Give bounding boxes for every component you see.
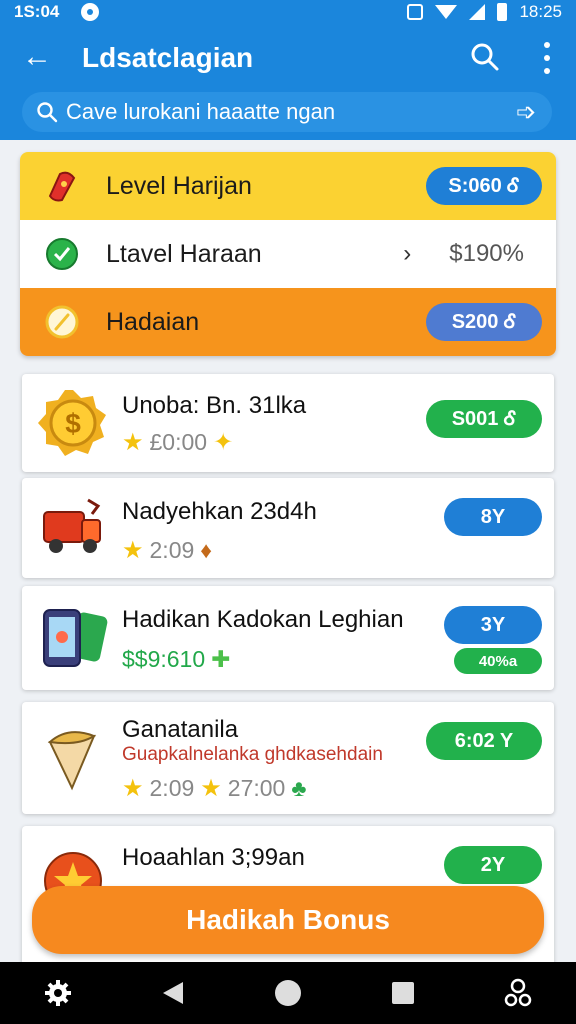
search-input[interactable]: [66, 99, 514, 125]
status-bar: 1S:04 18:25: [0, 0, 576, 24]
task-card[interactable]: Hadikan Kadokan Leghian $$9:610 ✚ 3Y 40%…: [22, 586, 554, 690]
back-nav-button[interactable]: [153, 973, 193, 1013]
chevron-right-icon: ›: [403, 240, 412, 267]
level-panel: Level Harijan S:060 Ꮄ Ltavel Haraan › $1…: [20, 152, 556, 356]
task-meta-value: $$9:610: [122, 646, 206, 672]
level-value-text: $190%: [449, 240, 524, 267]
plus-icon: ✚: [211, 646, 231, 672]
battery-icon: [497, 3, 508, 21]
svg-text:$: $: [65, 408, 81, 439]
star-icon: ★: [122, 537, 144, 564]
back-button[interactable]: ←: [20, 40, 54, 74]
status-icons: 18:25: [407, 2, 562, 22]
task-reward-badge[interactable]: 3Y: [444, 606, 542, 644]
task-card[interactable]: Nadyehkan 23d4h ★ 2:09 ♦ 8Y: [22, 478, 554, 578]
back-arrow-icon: ←: [22, 40, 52, 73]
search-bar: ➩: [22, 92, 552, 132]
pencil-coin-icon: [42, 302, 82, 342]
star-icon: ★: [122, 429, 144, 456]
task-reward-badge[interactable]: 8Y: [444, 498, 542, 536]
chili-icon: [42, 166, 82, 206]
task-name: Hadikan Kadokan Leghian: [122, 606, 404, 633]
gear-icon: [44, 980, 71, 1006]
signal-icon: [469, 4, 486, 20]
status-time-left: 1S:04: [14, 2, 60, 21]
app-bar: ← Ldsatclagian ➩: [0, 24, 576, 140]
tablet-icon: [38, 604, 108, 674]
star-icon: ✦: [213, 429, 234, 456]
level-row-hadaian[interactable]: Hadaian S200 Ꮄ: [20, 288, 556, 356]
task-meta-value: £0:00: [149, 429, 208, 455]
settings-nav-button[interactable]: [38, 973, 78, 1013]
status-time-right: 18:25: [519, 2, 562, 21]
level-row-harijan[interactable]: Level Harijan S:060 Ꮄ: [20, 152, 556, 220]
search-field-icon: [37, 102, 58, 123]
gem-icon: ♣: [291, 775, 307, 801]
search-go-icon[interactable]: ➩: [514, 98, 538, 127]
task-name: Unoba: Bn. 31lka: [122, 392, 307, 419]
level-row-haraan[interactable]: Ltavel Haraan › $190%: [20, 220, 556, 288]
coin-icon: $: [38, 388, 108, 458]
green-badge-icon: [42, 234, 82, 274]
task-card[interactable]: Ganatanila Guapkalnelanka ghdkasehdain ★…: [22, 702, 554, 814]
accessibility-nav-button[interactable]: [498, 973, 538, 1013]
screenshot-icon: [407, 4, 424, 20]
star-icon: ★: [122, 775, 144, 802]
task-meta: $$9:610 ✚: [122, 646, 230, 673]
square-recents-icon: [392, 982, 415, 1004]
home-nav-button[interactable]: [268, 973, 308, 1013]
task-name: Nadyehkan 23d4h: [122, 498, 317, 525]
task-card[interactable]: $ Unoba: Bn. 31lka ★ £0:00 ✦ S001 Ꮄ: [22, 374, 554, 472]
truck-icon: [38, 492, 108, 562]
more-dot-icon: [544, 42, 550, 48]
triangle-back-icon: [162, 982, 183, 1004]
page-title: Ldsatclagian: [82, 42, 254, 73]
task-meta: ★ 2:09 ★ 27:00 ♣: [122, 774, 306, 803]
system-nav-bar: [0, 962, 576, 1024]
search-button[interactable]: [470, 42, 500, 72]
task-reward-badge[interactable]: S001 Ꮄ: [426, 400, 542, 438]
task-name: Hoaahlan 3;99an: [122, 844, 305, 871]
task-meta-value: 2:09: [149, 537, 195, 563]
acorn-icon: ♦: [200, 537, 213, 563]
level-label: Hadaian: [106, 307, 200, 336]
recents-nav-button[interactable]: [383, 973, 423, 1013]
people-icon: [505, 978, 532, 1007]
star-icon: ★: [200, 775, 222, 802]
level-label: Ltavel Haraan: [106, 239, 262, 268]
more-dot-icon: [544, 55, 550, 61]
circle-home-icon: [274, 980, 301, 1006]
notification-icon: [81, 3, 100, 21]
wifi-icon: [435, 5, 458, 19]
task-subtitle: Guapkalnelanka ghdkasehdain: [122, 744, 383, 765]
more-dot-icon: [544, 68, 550, 74]
level-value-badge: S200 Ꮄ: [426, 303, 542, 341]
task-name: Ganatanila: [122, 716, 239, 743]
task-secondary-badge: 40%a: [454, 648, 542, 674]
cone-icon: [38, 722, 108, 792]
more-options-button[interactable]: [532, 42, 562, 74]
task-meta: ★ 2:09 ♦: [122, 536, 212, 565]
task-meta-value: 27:00: [227, 775, 286, 801]
search-icon: [471, 43, 499, 71]
task-reward-badge[interactable]: 6:02 Y: [426, 722, 542, 760]
bonus-button[interactable]: Hadikah Bonus: [32, 886, 544, 954]
level-value-badge: S:060 Ꮄ: [426, 167, 542, 205]
level-label: Level Harijan: [106, 171, 252, 200]
task-meta-value: 2:09: [149, 775, 195, 801]
task-meta: ★ £0:00 ✦: [122, 428, 233, 457]
task-reward-badge[interactable]: 2Y: [444, 846, 542, 884]
